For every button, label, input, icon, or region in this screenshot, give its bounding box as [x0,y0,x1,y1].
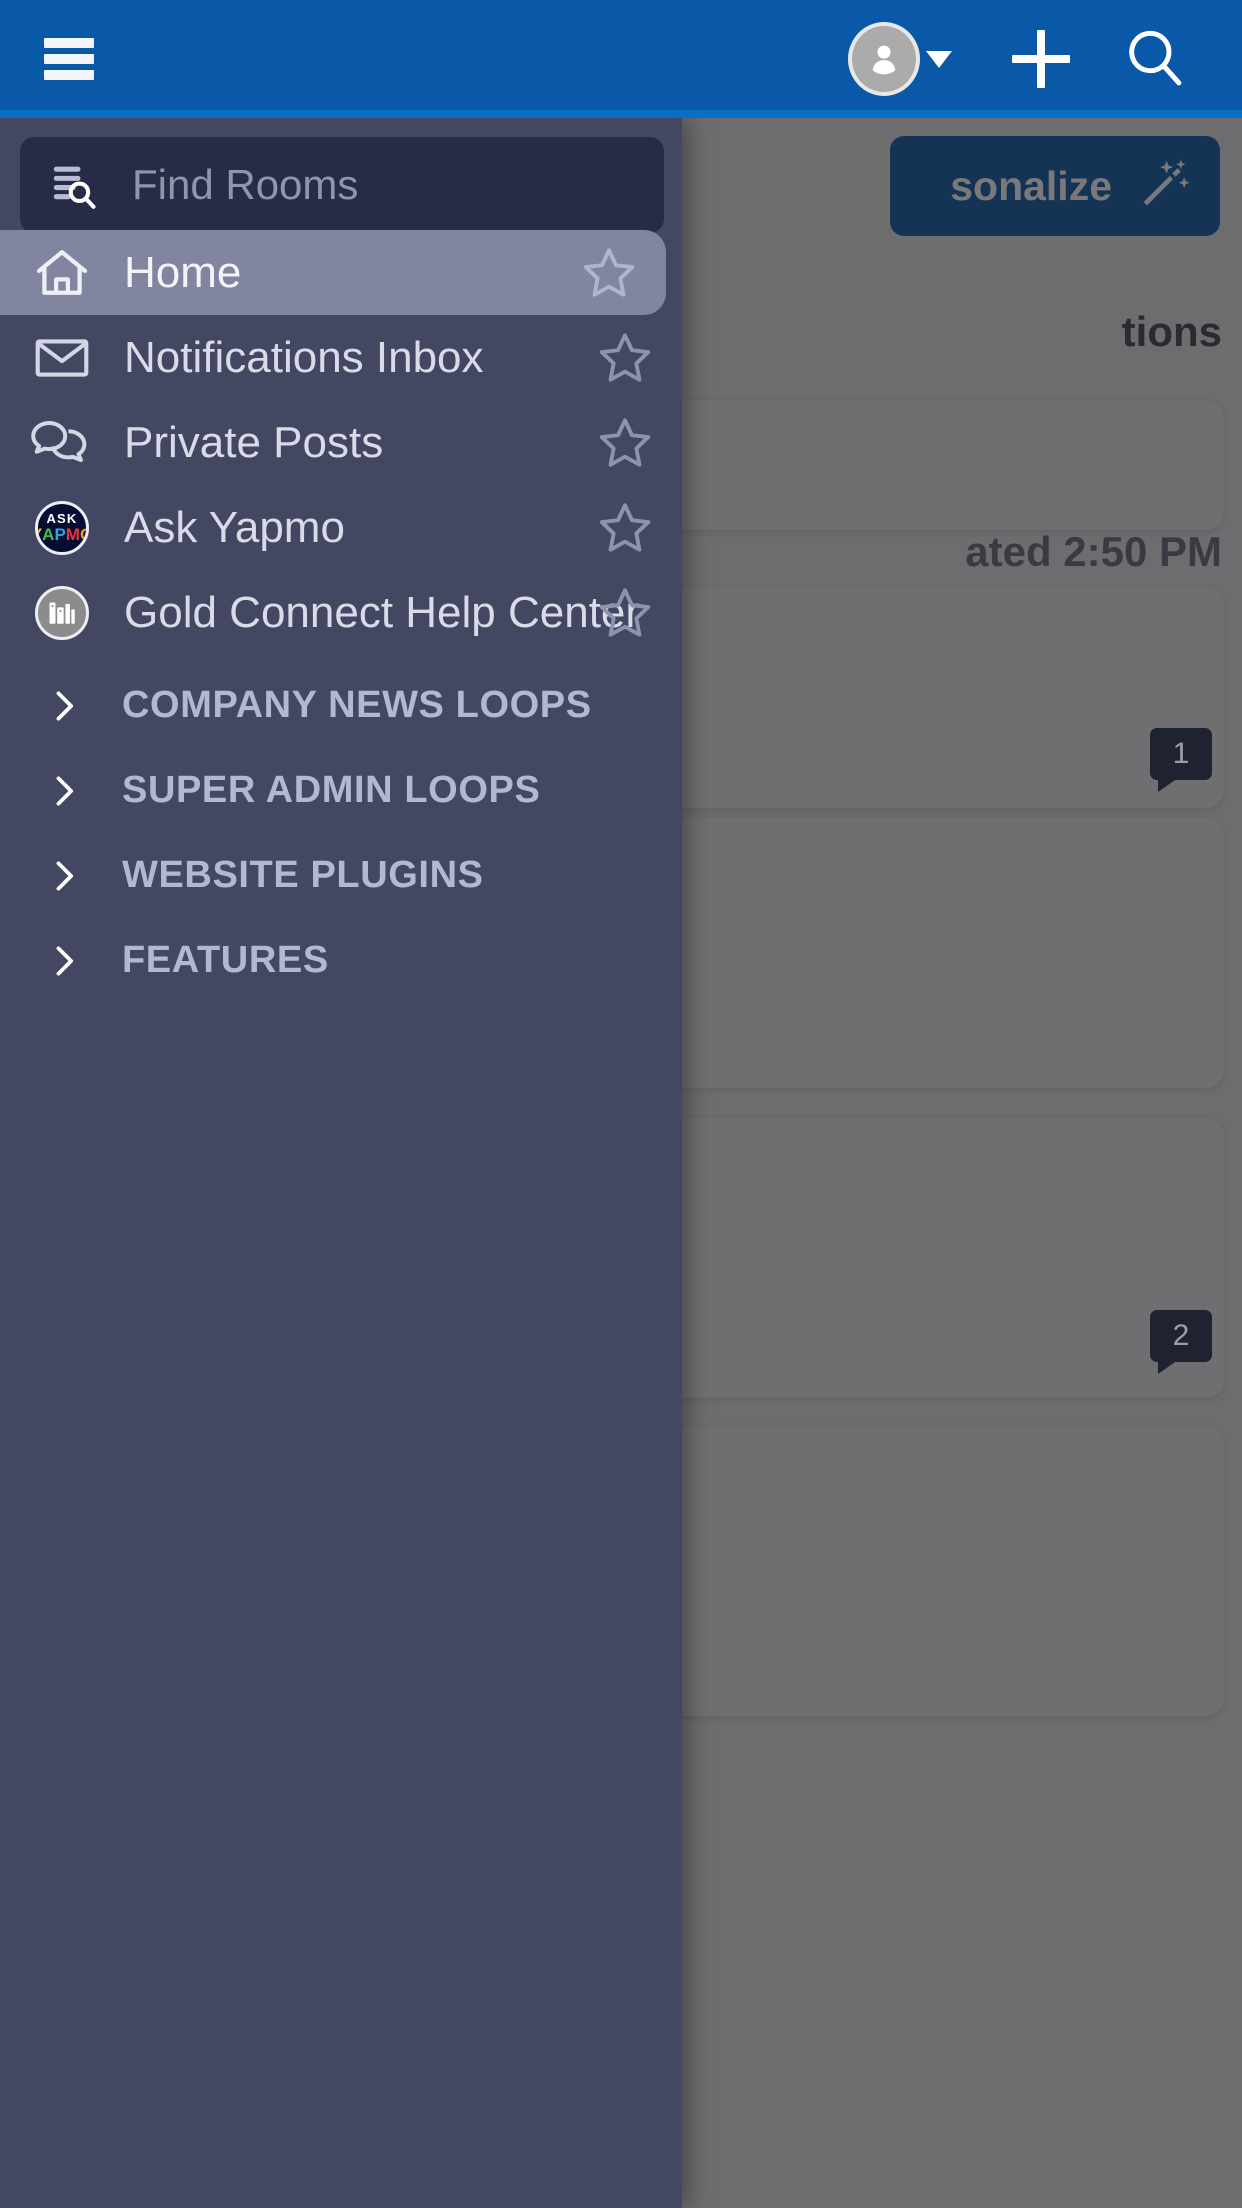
home-icon [26,237,98,309]
logo-letter: M [65,525,80,544]
ask-yapmo-logo: ASK YAPMO [26,492,98,564]
sidebar-item-gold-connect-help-center[interactable]: Gold Connect Help Center [0,570,682,655]
star-outline-icon[interactable] [594,497,656,559]
sidebar-item-label: Private Posts [124,417,384,467]
find-rooms-placeholder: Find Rooms [132,161,359,208]
sidebar-item-ask-yapmo[interactable]: ASK YAPMO Ask Yapmo [0,485,682,570]
star-outline-icon[interactable] [594,327,656,389]
find-rooms-search-field[interactable]: Find Rooms [20,137,664,233]
envelope-icon [26,322,98,394]
sidebar-item-private-posts[interactable]: Private Posts [0,400,682,485]
top-app-bar [0,0,1242,118]
help-center-logo [26,577,98,649]
star-outline-icon[interactable] [594,412,656,474]
account-menu-button[interactable] [848,22,952,96]
logo-letter: P [54,525,66,544]
app-screen: sonalize tions ated 2:50 PM 1 2 Find Roo… [0,0,1242,2208]
navigation-drawer: Find Rooms Home Notifications Inbox Priv… [0,118,682,2208]
chevron-right-icon [44,942,84,980]
star-outline-icon[interactable] [594,582,656,644]
sidebar-item-label: Notifications Inbox [124,332,484,382]
sidebar-section-label: COMPANY NEWS LOOPS [122,684,592,726]
chat-bubbles-icon [26,407,98,479]
sidebar-item-home[interactable]: Home [0,230,666,315]
star-outline-icon[interactable] [578,242,640,304]
sidebar-item-label: Home [124,247,242,297]
hamburger-icon[interactable] [44,38,94,80]
sidebar-section-label: WEBSITE PLUGINS [122,854,484,896]
sidebar-section-features[interactable]: FEATURES [0,918,682,1003]
logo-letter: Y [38,526,42,543]
person-glyph-icon [872,45,896,75]
chevron-down-icon [926,50,952,68]
chevron-right-icon [44,687,84,725]
drawer-nav-list: Home Notifications Inbox Private Posts A… [0,230,682,1003]
chevron-right-icon [44,772,84,810]
sidebar-section-label: FEATURES [122,939,329,981]
search-icon[interactable] [1120,24,1190,94]
find-rooms-icon [53,166,96,209]
sidebar-item-notifications-inbox[interactable]: Notifications Inbox [0,315,682,400]
sidebar-item-label: Gold Connect Help Center [124,587,641,637]
sidebar-section-super-admin-loops[interactable]: SUPER ADMIN LOOPS [0,748,682,833]
plus-icon[interactable] [1008,26,1074,92]
ask-yapmo-logo-letters: YAPMO [38,525,86,544]
sidebar-item-label: Ask Yapmo [124,502,345,552]
sidebar-section-website-plugins[interactable]: WEBSITE PLUGINS [0,833,682,918]
books-icon [49,602,75,624]
sidebar-section-label: SUPER ADMIN LOOPS [122,769,541,811]
ask-yapmo-logo-top: ASK [46,511,78,526]
appbar-accent-line [0,110,1242,118]
sidebar-section-company-news-loops[interactable]: COMPANY NEWS LOOPS [0,663,682,748]
logo-letter: O [80,526,86,543]
logo-letter: A [42,525,55,544]
user-avatar-icon [848,22,920,96]
chevron-right-icon [44,857,84,895]
